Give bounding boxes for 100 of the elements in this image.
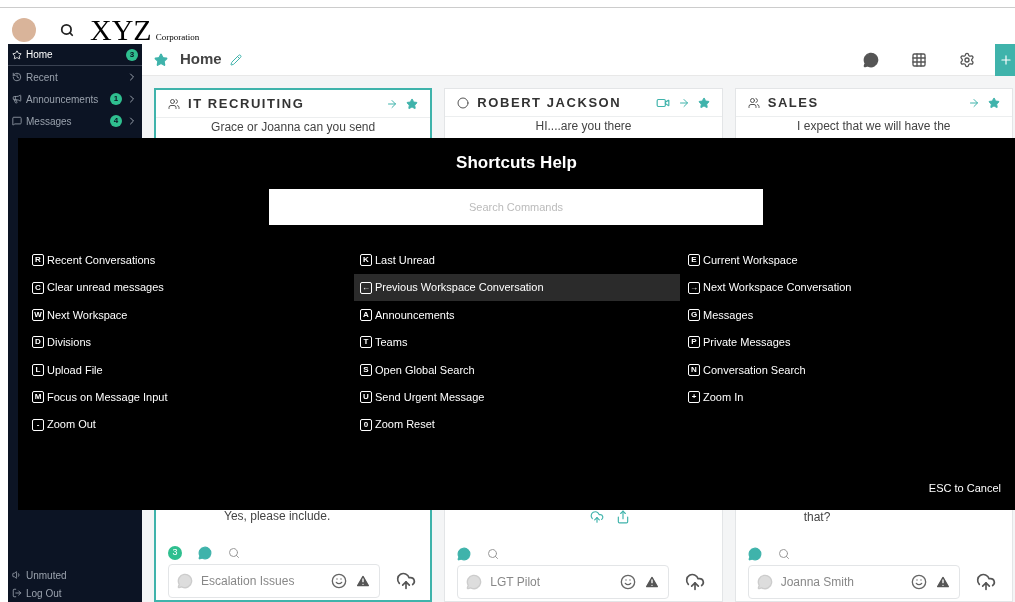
key-cap: - bbox=[32, 418, 44, 431]
shortcut-label: Zoom Reset bbox=[375, 417, 435, 433]
shortcut-label: Upload File bbox=[47, 362, 103, 378]
key-cap: L bbox=[32, 363, 44, 376]
shortcut-item[interactable]: A Announcements bbox=[354, 301, 680, 329]
star-icon[interactable] bbox=[988, 96, 1000, 109]
cancel-hint: ESC to Cancel bbox=[928, 480, 1001, 496]
key-cap: S bbox=[360, 363, 372, 376]
shortcut-item[interactable]: E Current Workspace bbox=[682, 246, 1008, 274]
sidebar-footer-item[interactable]: Unmuted bbox=[8, 566, 142, 584]
message-input[interactable]: Escalation Issues bbox=[168, 564, 380, 598]
shortcut-item[interactable]: R Recent Conversations bbox=[26, 246, 352, 274]
shortcut-item[interactable]: + Zoom In bbox=[682, 383, 1008, 411]
shortcut-item[interactable]: D Divisions bbox=[26, 328, 352, 357]
plus-icon bbox=[999, 52, 1013, 67]
warning-icon[interactable] bbox=[355, 573, 371, 589]
shortcut-item[interactable]: C Clear unread messages bbox=[26, 273, 352, 302]
shortcut-item[interactable]: U Send Urgent Message bbox=[354, 383, 680, 411]
search-commands-field[interactable]: Search Commands bbox=[269, 188, 763, 225]
sidebar-footer-item[interactable]: Log Out bbox=[8, 584, 142, 602]
add-button[interactable] bbox=[995, 43, 1015, 76]
message-text: that? bbox=[803, 509, 831, 526]
chat-bubble-icon[interactable] bbox=[457, 547, 472, 561]
cloud-upload-icon[interactable] bbox=[685, 572, 706, 592]
message-field[interactable]: Escalation Issues bbox=[201, 572, 323, 590]
sidebar-item[interactable]: Messages 4 bbox=[8, 110, 142, 132]
messages-icon bbox=[12, 116, 22, 126]
chat-bubble-icon bbox=[177, 573, 193, 589]
emoji-icon[interactable] bbox=[910, 574, 927, 590]
shortcut-label: Divisions bbox=[47, 335, 91, 351]
arrow-right-icon[interactable] bbox=[386, 97, 399, 110]
announcements-icon bbox=[12, 94, 22, 104]
unread-badge: 3 bbox=[168, 546, 182, 560]
avatar-placeholder[interactable] bbox=[12, 17, 36, 42]
star-icon[interactable] bbox=[406, 97, 419, 110]
sidebar-item[interactable]: Recent bbox=[8, 66, 142, 88]
edit-icon[interactable] bbox=[229, 53, 242, 66]
shortcut-item[interactable]: W Next Workspace bbox=[26, 301, 352, 329]
shortcut-item[interactable]: G Messages bbox=[682, 301, 1008, 329]
key-cap: → bbox=[688, 281, 700, 294]
logo-subtext: Corporation bbox=[155, 31, 200, 44]
shortcut-label: Send Urgent Message bbox=[375, 389, 485, 405]
message-text: Grace or Joanna can you send bbox=[210, 120, 377, 134]
shortcut-label: Messages bbox=[703, 307, 754, 323]
chat-bubble-icon[interactable] bbox=[198, 546, 212, 560]
logout-icon bbox=[12, 588, 22, 598]
shortcut-label: Zoom In bbox=[703, 389, 744, 405]
key-cap: W bbox=[32, 308, 44, 321]
sidebar-item[interactable]: Home 3 bbox=[8, 44, 142, 66]
shortcut-label: Focus on Message Input bbox=[47, 389, 168, 405]
emoji-icon[interactable] bbox=[620, 574, 637, 590]
count-badge: 3 bbox=[126, 48, 138, 61]
warning-icon[interactable] bbox=[934, 574, 951, 590]
dialog-title: Shortcuts Help bbox=[455, 152, 578, 174]
shortcut-item[interactable]: 0 Zoom Reset bbox=[354, 410, 680, 439]
sidebar-footer-label: Log Out bbox=[26, 586, 62, 601]
count-badge: 1 bbox=[110, 93, 122, 105]
cloud-upload-icon[interactable] bbox=[975, 572, 996, 592]
arrow-right-icon[interactable] bbox=[677, 96, 690, 109]
group-icon bbox=[168, 97, 180, 110]
shortcut-item[interactable]: P Private Messages bbox=[682, 328, 1008, 357]
sidebar-item[interactable]: Announcements 1 bbox=[8, 88, 142, 110]
message-field[interactable]: LGT Pilot bbox=[490, 573, 613, 591]
chat-bubble-icon[interactable] bbox=[747, 547, 762, 561]
shortcut-item[interactable]: N Conversation Search bbox=[682, 356, 1008, 384]
shortcut-item[interactable]: → Next Workspace Conversation bbox=[682, 273, 1008, 302]
warning-icon[interactable] bbox=[644, 574, 661, 590]
group-icon bbox=[747, 96, 760, 109]
shortcut-item[interactable]: ← Previous Workspace Conversation bbox=[354, 273, 680, 302]
settings-icon[interactable] bbox=[959, 51, 975, 68]
key-cap: P bbox=[688, 336, 700, 349]
message-input[interactable]: Joanna Smith bbox=[747, 565, 960, 599]
arrow-right-icon[interactable] bbox=[968, 96, 980, 109]
shortcut-item[interactable]: L Upload File bbox=[26, 356, 352, 384]
key-cap: ← bbox=[360, 281, 372, 294]
grid-icon[interactable] bbox=[911, 51, 927, 68]
star-icon[interactable] bbox=[154, 52, 168, 67]
cloud-upload-icon[interactable] bbox=[396, 571, 416, 591]
shortcut-item[interactable]: S Open Global Search bbox=[354, 356, 680, 384]
shortcut-label: Private Messages bbox=[703, 335, 791, 351]
shortcut-label: Next Workspace bbox=[47, 307, 128, 323]
message-field[interactable]: Joanna Smith bbox=[780, 573, 903, 591]
recent-icon bbox=[12, 72, 22, 82]
shortcut-label: Clear unread messages bbox=[47, 280, 164, 296]
key-cap: G bbox=[688, 308, 700, 321]
message-text: HI....are you there bbox=[534, 119, 633, 133]
shortcut-label: Next Workspace Conversation bbox=[703, 280, 852, 296]
share-icon[interactable] bbox=[615, 510, 630, 524]
shortcut-item[interactable]: - Zoom Out bbox=[26, 410, 352, 439]
shortcut-label: Previous Workspace Conversation bbox=[375, 280, 544, 296]
search-icon[interactable] bbox=[60, 22, 74, 37]
shortcut-item[interactable]: T Teams bbox=[354, 328, 680, 357]
shortcut-item[interactable]: K Last Unread bbox=[354, 246, 680, 274]
key-cap: D bbox=[32, 336, 44, 349]
shortcut-item[interactable]: M Focus on Message Input bbox=[26, 383, 352, 411]
emoji-icon[interactable] bbox=[331, 573, 347, 589]
star-icon[interactable] bbox=[697, 96, 710, 109]
shortcut-label: Zoom Out bbox=[47, 417, 96, 433]
message-input[interactable]: LGT Pilot bbox=[457, 565, 670, 599]
count-badge: 4 bbox=[110, 115, 122, 127]
